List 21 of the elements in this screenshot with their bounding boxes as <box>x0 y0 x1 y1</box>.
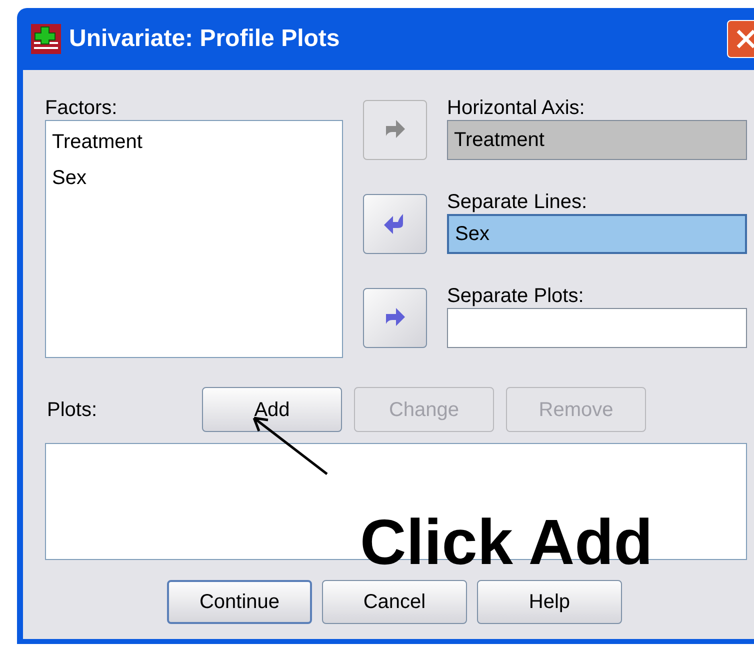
field-label: Separate Lines: <box>447 190 588 214</box>
app-icon <box>31 24 61 54</box>
dialog-button[interactable]: Add <box>202 387 342 432</box>
dialog-button[interactable]: Help <box>477 580 622 624</box>
target-field[interactable] <box>447 308 747 348</box>
close-button[interactable] <box>727 20 754 58</box>
window-title: Univariate: Profile Plots <box>69 24 340 54</box>
factors-list[interactable]: Treatment Sex <box>45 120 343 358</box>
dialog-button[interactable]: Continue <box>167 580 312 624</box>
target-field[interactable]: Sex <box>447 214 747 254</box>
move-button[interactable] <box>363 194 427 254</box>
annotation-text: Click Add <box>360 505 653 580</box>
plots-label: Plots: <box>46 398 98 422</box>
move-button[interactable] <box>363 288 427 348</box>
field-label: Separate Plots: <box>447 284 585 308</box>
list-item[interactable]: Treatment <box>52 129 336 155</box>
dialog-button[interactable]: Cancel <box>322 580 467 624</box>
close-icon <box>735 28 754 50</box>
factors-label: Factors: <box>45 96 118 120</box>
list-item[interactable]: Sex <box>52 165 336 191</box>
field-label: Horizontal Axis: <box>447 96 586 120</box>
